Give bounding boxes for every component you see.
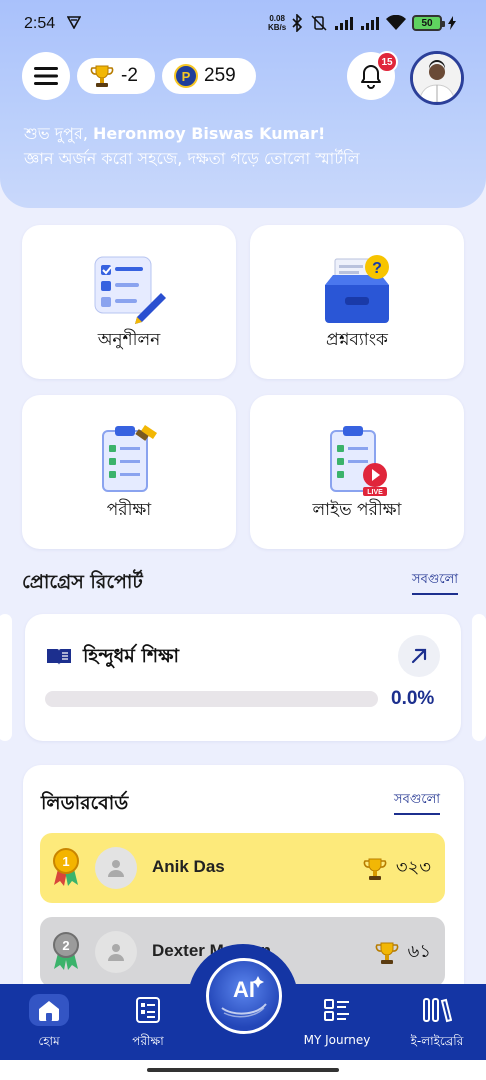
trophy-icon — [363, 858, 387, 880]
question-bank-tile[interactable]: ? প্রশ্নব্যাংক — [250, 225, 464, 379]
svg-text:2: 2 — [62, 938, 69, 953]
library-icon — [417, 994, 457, 1026]
live-exam-label: লাইভ পরীক্ষা — [312, 500, 402, 520]
trophy-icon — [375, 942, 398, 964]
user-avatar — [95, 931, 137, 973]
live-tag: LIVE — [367, 489, 383, 496]
nav-my-journey[interactable]: MY Journey — [294, 984, 380, 1060]
nav-home-label: হোম — [38, 1034, 60, 1048]
trophy-icon — [90, 65, 114, 87]
network-speed: 0.08 KB/s — [268, 14, 287, 32]
profile-photo — [413, 54, 461, 102]
exam-tile[interactable]: পরীক্ষা — [22, 395, 236, 549]
gesture-bar — [0, 1060, 486, 1080]
status-bar: 2:54 0.08 KB/s 50 — [0, 0, 486, 48]
status-time: 2:54 — [24, 15, 56, 32]
coin-icon: P — [174, 64, 198, 88]
nav-e-library[interactable]: ই-লাইব্রেরি — [394, 984, 480, 1060]
vibrate-off-icon — [311, 15, 327, 31]
user-icon — [108, 860, 124, 877]
nav-exam[interactable]: পরীক্ষা — [105, 984, 191, 1060]
live-exam-icon: LIVE — [330, 426, 387, 496]
menu-button[interactable] — [22, 52, 70, 100]
gold-medal-icon: 1 — [53, 848, 79, 886]
leaderboard-score: ৬১ — [374, 937, 431, 968]
notification-count-badge: 15 — [376, 51, 398, 73]
journey-icon — [317, 994, 357, 1026]
live-exam-tile[interactable]: LIVE লাইভ পরীক্ষা — [250, 395, 464, 549]
user-avatar — [95, 847, 137, 889]
nav-exam-label: পরীক্ষা — [132, 1034, 164, 1048]
greeting: শুভ দুপুর, Heronmoy Biswas Kumar! জ্ঞান … — [24, 121, 474, 171]
ai-label: AI — [233, 977, 255, 1002]
tagline: জ্ঞান অর্জন করো সহজে, দক্ষতা গড়ে তোলো স… — [24, 149, 360, 168]
exam-nav-icon — [128, 994, 168, 1026]
progress-section-title: প্রোগ্রেস রিপোর্ট — [22, 571, 143, 593]
top-bar: -2 P 259 15 — [0, 51, 486, 105]
battery-icon: 50 — [412, 15, 445, 31]
progress-subject: হিন্দুধর্ম শিক্ষা — [83, 645, 180, 667]
leaderboard-name: Anik Das — [152, 857, 225, 876]
exam-clipboard-icon — [102, 425, 157, 492]
leaderboard-see-all-link[interactable]: সবগুলো — [394, 790, 441, 815]
question-bank-label: প্রশ্নব্যাংক — [326, 330, 388, 350]
home-icon — [29, 994, 69, 1026]
practice-tile[interactable]: অনুশীলন — [22, 225, 236, 379]
system-icons: 50 — [290, 13, 456, 33]
progress-percent: 0.0% — [391, 688, 435, 709]
signal-icon-1 — [335, 17, 353, 30]
progress-card[interactable]: হিন্দুধর্ম শিক্ষা 0.0% — [25, 614, 461, 741]
trophy-points: -2 — [121, 65, 138, 86]
progress-see-all-link[interactable]: সবগুলো — [412, 570, 459, 595]
coin-count: 259 — [204, 65, 236, 86]
nav-home[interactable]: হোম — [6, 984, 92, 1060]
charging-icon — [448, 16, 456, 30]
arrow-up-right-icon — [411, 648, 427, 664]
leaderboard-title: লিডারবোর্ড — [41, 792, 129, 814]
previous-progress-card[interactable] — [0, 614, 12, 741]
hamburger-icon — [34, 67, 58, 85]
home-indicator — [147, 1068, 339, 1072]
exam-label: পরীক্ষা — [106, 500, 152, 520]
next-progress-card[interactable] — [472, 614, 486, 741]
svg-text:1: 1 — [62, 854, 69, 869]
silver-medal-icon: 2 — [53, 932, 79, 970]
trophy-points-pill[interactable]: -2 — [77, 58, 155, 94]
wifi-icon — [386, 15, 406, 30]
signal-icon-2 — [361, 17, 379, 30]
question-bank-icon: ? — [325, 255, 389, 323]
greeting-line: শুভ দুপুর, Heronmoy Biswas Kumar! — [24, 124, 326, 143]
leaderboard-row[interactable]: 1 Anik Das ৩২৩ — [40, 833, 445, 903]
practice-label: অনুশীলন — [97, 330, 161, 350]
book-icon — [47, 649, 71, 665]
coins-pill[interactable]: P 259 — [162, 58, 256, 94]
nav-journey-label: MY Journey — [303, 1033, 371, 1047]
svg-text:?: ? — [372, 260, 382, 277]
user-name: Heronmoy Biswas Kumar! — [93, 124, 326, 143]
user-icon — [108, 944, 124, 961]
open-progress-button[interactable] — [398, 635, 440, 677]
profile-avatar[interactable] — [410, 51, 464, 105]
bluetooth-icon — [292, 14, 303, 32]
ai-assistant-button[interactable]: AI — [206, 958, 282, 1034]
app-notification-icon — [67, 16, 81, 29]
practice-checklist-icon — [94, 256, 166, 324]
leaderboard-score: ৩২৩ — [362, 853, 431, 884]
progress-bar — [45, 691, 378, 707]
nav-library-label: ই-লাইব্রেরি — [410, 1034, 464, 1048]
